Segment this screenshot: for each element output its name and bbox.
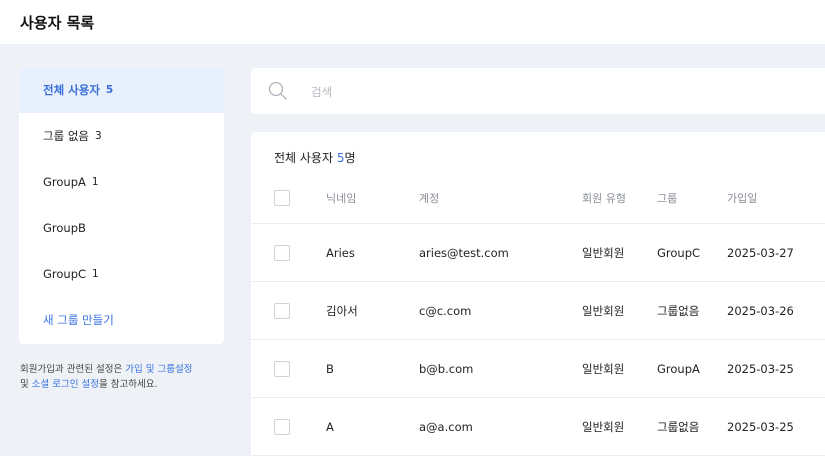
row-member-type: 일반회원 — [582, 419, 625, 434]
sidebar-item-groupb[interactable]: GroupB — [19, 205, 224, 251]
row-member-type: 일반회원 — [582, 303, 625, 318]
group-sidebar: 전체 사용자 5 그룹 없음 3 GroupA 1 GroupB GroupC … — [19, 67, 224, 344]
row-account: b@b.com — [419, 361, 474, 376]
row-checkbox[interactable] — [274, 418, 290, 435]
row-group: 그룹없음 — [657, 419, 700, 434]
sidebar-item-label: 전체 사용자 — [43, 83, 100, 97]
search-icon — [268, 81, 287, 100]
column-header-group[interactable]: 그룹 — [657, 172, 677, 223]
row-checkbox[interactable] — [274, 244, 290, 261]
help-text: 회원가입과 관련된 설정은 가입 및 그룹설정 및 소셜 로그인 설정을 참고하… — [20, 362, 225, 392]
select-all-checkbox[interactable] — [274, 189, 290, 206]
sidebar-item-label: 그룹 없음 — [43, 129, 89, 143]
row-joined: 2025-03-27 — [727, 245, 794, 260]
table-row[interactable]: 김아서 c@c.com 일반회원 그룹없음 2025-03-26 — [251, 282, 825, 340]
row-group: 그룹없음 — [657, 303, 700, 318]
row-account: aries@test.com — [419, 245, 509, 260]
search-input[interactable] — [309, 80, 793, 104]
sidebar-item-label: GroupA — [43, 175, 86, 189]
help-text-line2-prefix: 및 — [20, 379, 32, 390]
column-header-account[interactable]: 계정 — [419, 172, 439, 223]
row-group: GroupA — [657, 361, 700, 376]
column-header-member-type[interactable]: 회원 유형 — [582, 172, 626, 223]
social-login-settings-link[interactable]: 소셜 로그인 설정 — [32, 379, 99, 390]
row-member-type: 일반회원 — [582, 245, 625, 260]
table-row[interactable]: Aries aries@test.com 일반회원 GroupC 2025-03… — [251, 224, 825, 282]
row-joined: 2025-03-25 — [727, 361, 794, 376]
sidebar-item-label: GroupB — [43, 221, 86, 235]
sidebar-item-count: 1 — [91, 176, 99, 188]
row-nickname: B — [326, 361, 334, 376]
sidebar-item-all-users[interactable]: 전체 사용자 5 — [19, 67, 224, 113]
row-nickname: 김아서 — [326, 303, 358, 318]
table-row[interactable]: A a@a.com 일반회원 그룹없음 2025-03-25 — [251, 398, 825, 456]
page-title: 사용자 목록 — [20, 14, 95, 32]
help-text-suffix: 을 참고하세요. — [99, 379, 158, 390]
user-table-card: 전체 사용자 5명 닉네임 계정 회원 유형 그룹 가입일 Aries arie… — [251, 132, 825, 456]
search-bar — [251, 68, 825, 114]
table-heading-suffix: 명 — [344, 151, 356, 165]
table-heading-prefix: 전체 사용자 — [274, 151, 337, 165]
column-header-nickname[interactable]: 닉네임 — [326, 172, 356, 223]
row-group: GroupC — [657, 245, 701, 260]
top-bar: 사용자 목록 — [0, 0, 825, 44]
create-group-link[interactable]: 새 그룹 만들기 — [19, 297, 224, 343]
sidebar-item-count: 1 — [92, 268, 99, 280]
sidebar-item-label: GroupC — [43, 267, 87, 281]
help-text-prefix: 회원가입과 관련된 설정은 — [20, 364, 126, 375]
sidebar-item-groupc[interactable]: GroupC 1 — [19, 251, 224, 297]
row-checkbox[interactable] — [274, 360, 290, 377]
row-account: c@c.com — [419, 303, 472, 318]
row-nickname: A — [326, 419, 334, 434]
column-header-joined[interactable]: 가입일 — [727, 172, 757, 223]
row-account: a@a.com — [419, 419, 473, 434]
signup-group-settings-link[interactable]: 가입 및 그룹설정 — [125, 364, 192, 375]
table-row[interactable]: B b@b.com 일반회원 GroupA 2025-03-25 — [251, 340, 825, 398]
row-nickname: Aries — [326, 245, 355, 260]
sidebar-item-no-group[interactable]: 그룹 없음 3 — [19, 113, 224, 159]
row-joined: 2025-03-25 — [727, 419, 794, 434]
table-header-row: 닉네임 계정 회원 유형 그룹 가입일 — [251, 172, 825, 224]
sidebar-item-count: 3 — [94, 130, 102, 142]
row-joined: 2025-03-26 — [727, 303, 794, 318]
row-checkbox[interactable] — [274, 302, 290, 319]
table-heading: 전체 사용자 5명 — [274, 149, 356, 166]
sidebar-item-groupa[interactable]: GroupA 1 — [19, 159, 224, 205]
row-member-type: 일반회원 — [582, 361, 625, 376]
sidebar-item-count: 5 — [105, 84, 114, 96]
